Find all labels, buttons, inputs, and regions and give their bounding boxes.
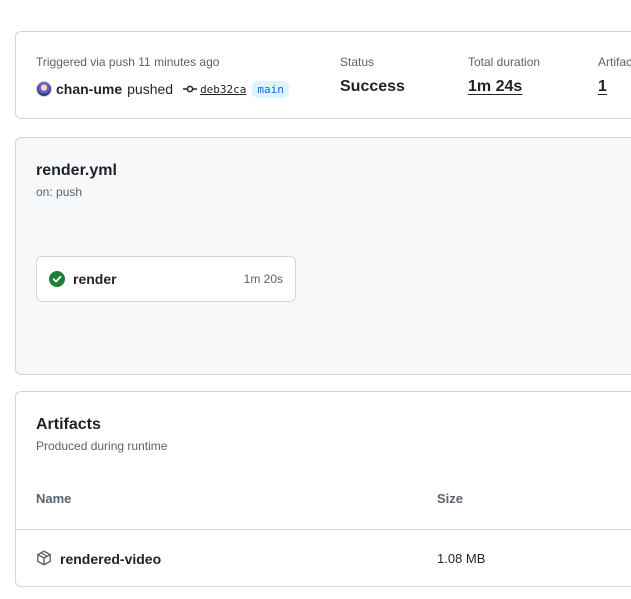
artifacts-card: Artifacts Produced during runtime Name S… [15, 391, 631, 587]
duration-label: Total duration [468, 55, 541, 69]
status-label: Status [340, 55, 375, 69]
job-name: render [73, 271, 117, 287]
push-details: chan-ume pushed deb32ca main [36, 79, 289, 99]
artifact-download-link[interactable]: rendered-video [60, 551, 161, 567]
artifacts-subtitle: Produced during runtime [36, 439, 168, 453]
artifacts-title: Artifacts [36, 416, 101, 433]
job-duration: 1m 20s [243, 272, 283, 286]
artifacts-table-header: Name Size [16, 478, 631, 530]
commit-sha-link[interactable]: deb32ca [200, 83, 246, 96]
package-icon [36, 550, 52, 566]
actor-link[interactable]: chan-ume [56, 81, 122, 97]
push-action-text: pushed [127, 81, 174, 97]
branch-badge[interactable]: main [252, 80, 289, 98]
status-value: Success [340, 78, 405, 95]
trigger-info: Triggered via push 11 minutes ago [36, 55, 220, 69]
duration-link[interactable]: 1m 24s [468, 78, 540, 96]
git-commit-icon [182, 81, 198, 97]
artifact-size: 1.08 MB [437, 551, 486, 566]
column-header-name: Name [36, 491, 72, 506]
duration-stat: Total duration 1m 24s [468, 55, 540, 96]
column-header-size: Size [437, 491, 464, 506]
artifacts-stat: Artifacts 1 [598, 55, 631, 96]
status-stat: Status Success [340, 55, 405, 96]
avatar[interactable] [36, 81, 52, 97]
artifacts-count-link[interactable]: 1 [598, 78, 631, 96]
table-row: rendered-video 1.08 MB [16, 530, 631, 586]
workflow-run-page: Triggered via push 11 minutes ago chan-u… [0, 0, 631, 599]
workflow-file-name: render.yml [36, 162, 117, 179]
workflow-trigger: on: push [36, 185, 83, 199]
run-summary-card: Triggered via push 11 minutes ago chan-u… [15, 31, 631, 119]
workflow-graph-card: render.yml on: push render 1m 20s [15, 137, 631, 375]
job-render[interactable]: render 1m 20s [36, 256, 296, 302]
artifacts-count-label: Artifacts [598, 55, 631, 69]
check-circle-fill-icon [49, 271, 65, 287]
